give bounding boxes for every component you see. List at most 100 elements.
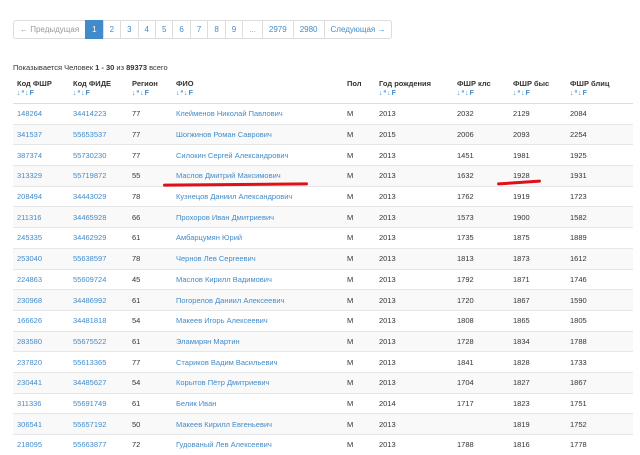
cell-fsr-code[interactable]: 211316 (13, 206, 69, 228)
page-8-button[interactable]: 8 (207, 20, 226, 39)
page-3-button[interactable]: 3 (120, 20, 139, 39)
cell-sex: М (343, 371, 375, 394)
cell-name[interactable]: Чернов Лев Сергеевич (172, 247, 343, 269)
next-page-button[interactable]: Следующая → (323, 20, 393, 39)
sort-icon[interactable]: ↓ª↓F (73, 90, 124, 97)
cell-fsr-code[interactable]: 313329 (13, 165, 69, 187)
cell-name[interactable]: Прохоров Иван Дмитриевич (172, 206, 343, 228)
cell-rating-rapid: 1871 (509, 268, 566, 290)
cell-fide-code[interactable]: 55657192 (69, 413, 128, 435)
cell-name[interactable]: Погорелов Даниил Алексеевич (172, 289, 343, 311)
cell-region: 78 (128, 247, 172, 269)
sort-icon[interactable]: ↓ª↓F (176, 90, 339, 97)
page-2979-button[interactable]: 2979 (261, 20, 294, 39)
page-4-button[interactable]: 4 (137, 20, 156, 39)
cell-fide-code[interactable]: 55638597 (69, 247, 128, 269)
cell-name[interactable]: Эламирян Мартин (172, 330, 343, 352)
cell-fsr-code[interactable]: 306541 (13, 413, 69, 435)
cell-fsr-code[interactable]: 230968 (13, 289, 69, 311)
cell-region: 66 (128, 206, 172, 228)
cell-birth-year: 2015 (375, 123, 453, 145)
cell-fsr-code[interactable]: 166626 (13, 309, 69, 332)
cell-rating-rapid: 2129 (509, 103, 566, 125)
header-sex[interactable]: Пол (343, 77, 375, 104)
cell-fsr-code[interactable]: 341537 (13, 123, 69, 145)
cell-fide-code[interactable]: 34465928 (69, 206, 128, 228)
header-rating-classic[interactable]: ФШР клс ↓ª↓F (453, 77, 509, 104)
sort-icon[interactable]: ↓ª↓F (570, 90, 629, 97)
cell-name[interactable]: Корытов Пётр Дмитриевич (172, 371, 343, 394)
page-9-button[interactable]: 9 (224, 20, 244, 39)
cell-rating-blitz: 1590 (566, 289, 633, 311)
page-6-button[interactable]: 6 (172, 20, 191, 39)
cell-fide-code[interactable]: 55613365 (69, 351, 128, 373)
cell-rating-classic: 1792 (453, 268, 509, 290)
header-fsr-code[interactable]: Код ФШР ↓ª↓F (13, 77, 69, 104)
cell-sex: М (343, 309, 375, 332)
cell-sex: М (343, 330, 375, 352)
cell-fide-code[interactable]: 55675522 (69, 330, 128, 352)
cell-fsr-code[interactable]: 283580 (13, 330, 69, 352)
cell-fide-code[interactable]: 34486992 (69, 289, 128, 311)
cell-name[interactable]: Стариков Вадим Васильевич (172, 351, 343, 373)
header-rating-blitz[interactable]: ФШР блиц ↓ª↓F (566, 77, 633, 104)
cell-birth-year: 2013 (375, 289, 453, 311)
prev-page-button[interactable]: ← Предыдущая (13, 20, 87, 39)
page-5-button[interactable]: 5 (154, 20, 174, 39)
table-row: 148264 34414223 77 Клейменов Николай Павлов… (13, 103, 633, 125)
sort-icon[interactable]: ↓ª↓F (17, 90, 65, 97)
header-label: Код ФИДЕ (73, 79, 112, 88)
cell-region: 77 (128, 144, 172, 166)
summary-range: 1 - 30 (95, 63, 115, 72)
cell-rating-blitz: 2254 (566, 123, 633, 145)
sort-icon[interactable]: ↓ª↓F (513, 90, 562, 97)
cell-name[interactable]: Макеев Игорь Алексеевич (172, 309, 343, 332)
header-region[interactable]: Регион ↓ª↓F (128, 77, 172, 104)
cell-fsr-code[interactable]: 387374 (13, 144, 69, 166)
cell-rating-classic: 2006 (453, 123, 509, 145)
page-1-button[interactable]: 1 (85, 20, 104, 39)
cell-name[interactable]: Кузнецов Даниил Александрович (172, 185, 343, 207)
cell-fide-code[interactable]: 34414223 (69, 103, 128, 125)
header-name[interactable]: ФИО ↓ª↓F (172, 77, 343, 104)
cell-fsr-code[interactable]: 208494 (13, 185, 69, 207)
cell-name[interactable]: Шогжинов Роман Саврович (172, 123, 343, 145)
cell-fsr-code[interactable]: 237820 (13, 351, 69, 373)
cell-name[interactable]: Белик Иван (172, 392, 343, 414)
cell-fsr-code[interactable]: 311336 (13, 392, 69, 414)
cell-rating-classic: 1728 (453, 330, 509, 352)
cell-fide-code[interactable]: 34462929 (69, 227, 128, 249)
sort-icon[interactable]: ↓ª↓F (457, 90, 505, 97)
cell-region: 45 (128, 268, 172, 290)
cell-fsr-code[interactable]: 230441 (13, 371, 69, 394)
cell-fide-code[interactable]: 34485627 (69, 371, 128, 394)
cell-fide-code[interactable]: 34481818 (69, 309, 128, 332)
cell-name[interactable]: Макеев Кирилл Евгеньевич (172, 413, 343, 435)
cell-name[interactable]: Маслов Кирилл Вадимович (172, 268, 343, 290)
cell-fsr-code[interactable]: 148264 (13, 103, 69, 125)
cell-name[interactable]: Амбарцумян Юрий (172, 227, 343, 249)
sort-icon[interactable]: ↓ª↓F (132, 90, 168, 97)
page-2980-button[interactable]: 2980 (292, 20, 325, 39)
cell-fide-code[interactable]: 55730230 (69, 144, 128, 166)
cell-fsr-code[interactable]: 224863 (13, 268, 69, 290)
cell-fide-code[interactable]: 55691749 (69, 392, 128, 414)
header-birth-year[interactable]: Год рождения ↓ª↓F (375, 77, 453, 104)
page-2-button[interactable]: 2 (102, 20, 122, 39)
sort-icon[interactable]: ↓ª↓F (379, 90, 449, 97)
cell-fide-code[interactable]: 55653537 (69, 123, 128, 145)
cell-name[interactable]: Клейменов Николай Павлович (172, 103, 343, 125)
cell-name[interactable]: Силокин Сергей Александрович (172, 144, 343, 166)
cell-fide-code[interactable]: 55719872 (69, 165, 128, 187)
cell-birth-year: 2013 (375, 144, 453, 166)
page-7-button[interactable]: 7 (189, 20, 209, 39)
cell-fsr-code[interactable]: 253040 (13, 247, 69, 269)
header-fide-code[interactable]: Код ФИДЕ ↓ª↓F (69, 77, 128, 104)
cell-birth-year: 2013 (375, 206, 453, 228)
cell-fide-code[interactable]: 55609724 (69, 268, 128, 290)
cell-fide-code[interactable]: 34443029 (69, 185, 128, 207)
cell-fsr-code[interactable]: 245335 (13, 227, 69, 249)
cell-region: 61 (128, 289, 172, 311)
header-rating-rapid[interactable]: ФШР быс ↓ª↓F (509, 77, 566, 104)
cell-rating-blitz: 1723 (566, 185, 633, 207)
